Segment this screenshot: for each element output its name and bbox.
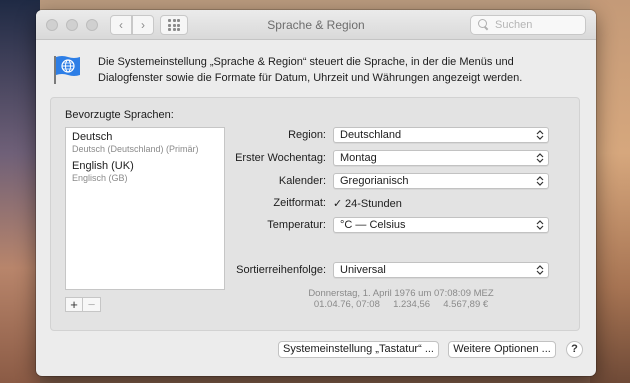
weekday-popup[interactable]: Montag xyxy=(333,150,549,166)
preferences-window: ‹ › Sprache & Region Die Systemeinstellu… xyxy=(36,10,596,376)
settings-panel: Bevorzugte Sprachen: Deutsch Deutsch (De… xyxy=(50,97,580,331)
calendar-value: Gregorianisch xyxy=(340,175,409,187)
language-detail: Deutsch (Deutschland) (Primär) xyxy=(72,144,199,154)
temperature-value: °C — Celsius xyxy=(340,219,406,231)
checkmark-icon: ✓ xyxy=(333,198,343,210)
sort-popup[interactable]: Universal xyxy=(333,262,549,278)
desktop-wallpaper-left xyxy=(0,0,40,383)
region-popup[interactable]: Deutschland xyxy=(333,127,549,143)
language-list[interactable]: Deutsch Deutsch (Deutschland) (Primär) E… xyxy=(65,127,225,290)
remove-language-button[interactable]: − xyxy=(83,298,100,311)
sort-value: Universal xyxy=(340,264,386,276)
calendar-row: Kalender: xyxy=(231,173,326,189)
sort-row: Sortierreihenfolge: xyxy=(231,262,326,278)
timeformat-row: Zeitformat: xyxy=(231,195,326,211)
temperature-row: Temperatur: xyxy=(231,217,326,233)
title-bar: ‹ › Sprache & Region xyxy=(36,10,596,40)
temperature-popup[interactable]: °C — Celsius xyxy=(333,217,549,233)
search-icon xyxy=(477,18,491,32)
weekday-value: Montag xyxy=(340,152,377,164)
format-preview-numbers: 01.04.76, 07:08 1.234,56 4.567,89 € xyxy=(313,299,489,310)
timeformat-label: Zeitformat: xyxy=(273,197,326,209)
list-item[interactable]: Deutsch Deutsch (Deutschland) (Primär) xyxy=(66,128,224,157)
language-name: Deutsch xyxy=(72,131,113,143)
timeformat-checkbox[interactable]: ✓ 24-Stunden xyxy=(333,197,402,211)
region-row: Region: xyxy=(231,127,326,143)
format-preview-date: Donnerstag, 1. April 1976 um 07:08:09 ME… xyxy=(308,288,494,299)
add-language-button[interactable]: + xyxy=(66,298,84,311)
preferred-languages-label: Bevorzugte Sprachen: xyxy=(65,109,174,121)
add-remove-control: + − xyxy=(65,297,101,312)
weekday-row: Erster Wochentag: xyxy=(231,150,326,166)
temperature-label: Temperatur: xyxy=(267,219,326,231)
advanced-options-button[interactable]: Weitere Optionen ... xyxy=(448,341,556,358)
updown-chevron-icon xyxy=(536,265,544,275)
updown-chevron-icon xyxy=(536,130,544,140)
desktop-wallpaper-right xyxy=(590,0,630,383)
pane-description: Die Systemeinstellung „Sprache & Region“… xyxy=(98,56,523,84)
list-item[interactable]: English (UK) Englisch (GB) xyxy=(66,157,224,186)
calendar-popup[interactable]: Gregorianisch xyxy=(333,173,549,189)
timeformat-value: 24-Stunden xyxy=(345,197,402,210)
search-field[interactable] xyxy=(470,15,586,35)
updown-chevron-icon xyxy=(536,176,544,186)
calendar-label: Kalender: xyxy=(278,175,326,187)
language-name: English (UK) xyxy=(72,160,134,172)
language-detail: Englisch (GB) xyxy=(72,173,128,183)
weekday-label: Erster Wochentag: xyxy=(235,152,326,164)
sort-label: Sortierreihenfolge: xyxy=(236,264,326,276)
help-button[interactable]: ? xyxy=(566,341,583,358)
region-value: Deutschland xyxy=(340,129,402,141)
search-input[interactable] xyxy=(495,19,585,31)
keyboard-preferences-button[interactable]: Systemeinstellung „Tastatur“ ... xyxy=(278,341,439,358)
language-flag-icon xyxy=(54,56,80,84)
updown-chevron-icon xyxy=(536,220,544,230)
region-label: Region: xyxy=(288,129,326,141)
updown-chevron-icon xyxy=(536,153,544,163)
